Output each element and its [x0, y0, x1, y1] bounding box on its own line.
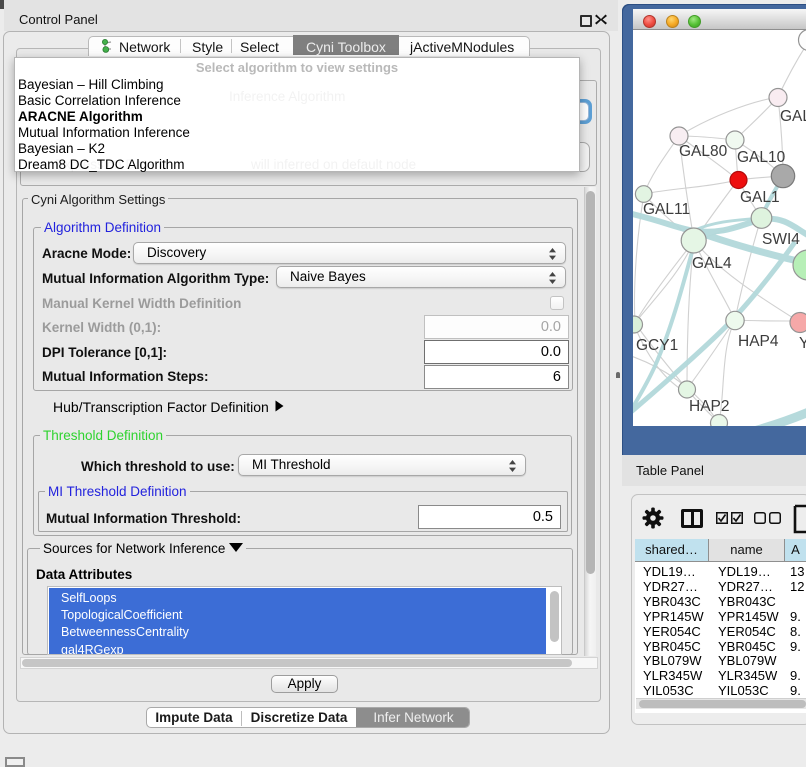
svg-text:YM: YM [799, 335, 806, 352]
svg-text:GAL7: GAL7 [780, 108, 806, 125]
svg-text:GCY1: GCY1 [636, 337, 678, 354]
svg-text:GAL4: GAL4 [692, 255, 732, 272]
svg-text:GAL80: GAL80 [679, 143, 728, 160]
svg-text:HAP4: HAP4 [738, 333, 779, 350]
svg-text:GAL10: GAL10 [737, 149, 786, 166]
svg-text:GAL1: GAL1 [740, 189, 780, 206]
svg-text:HAP2: HAP2 [689, 398, 730, 415]
svg-text:SWI4: SWI4 [762, 231, 800, 248]
svg-text:GAL11: GAL11 [643, 201, 690, 218]
